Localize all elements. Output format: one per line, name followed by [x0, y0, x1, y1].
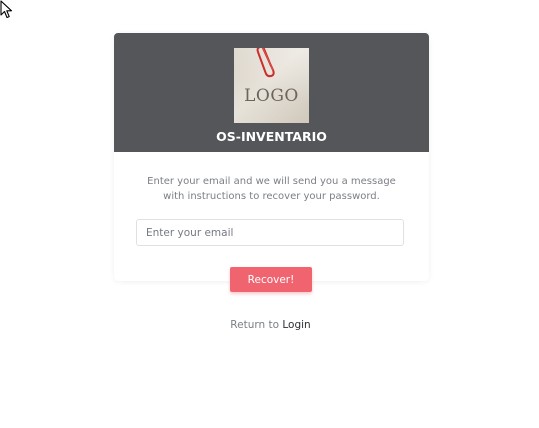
return-prefix-text: Return to [230, 319, 280, 331]
login-link[interactable]: Login [282, 319, 310, 331]
email-input[interactable] [136, 219, 404, 246]
app-title: OS-INVENTARIO [216, 129, 327, 144]
logo-text: LOGO [244, 86, 299, 106]
recover-instructions: Enter your email and we will send you a … [147, 176, 396, 202]
app-logo: LOGO [234, 48, 309, 123]
recover-button[interactable]: Recover! [230, 267, 312, 292]
mouse-pointer-icon [0, 0, 13, 19]
recover-password-card: LOGO OS-INVENTARIO Enter your email and … [114, 33, 429, 281]
card-header: LOGO OS-INVENTARIO [114, 33, 429, 152]
return-to-login: Return to Login [0, 319, 539, 331]
paperclip-icon [256, 48, 275, 78]
forgot-password-page: LOGO OS-INVENTARIO Enter your email and … [0, 0, 539, 428]
